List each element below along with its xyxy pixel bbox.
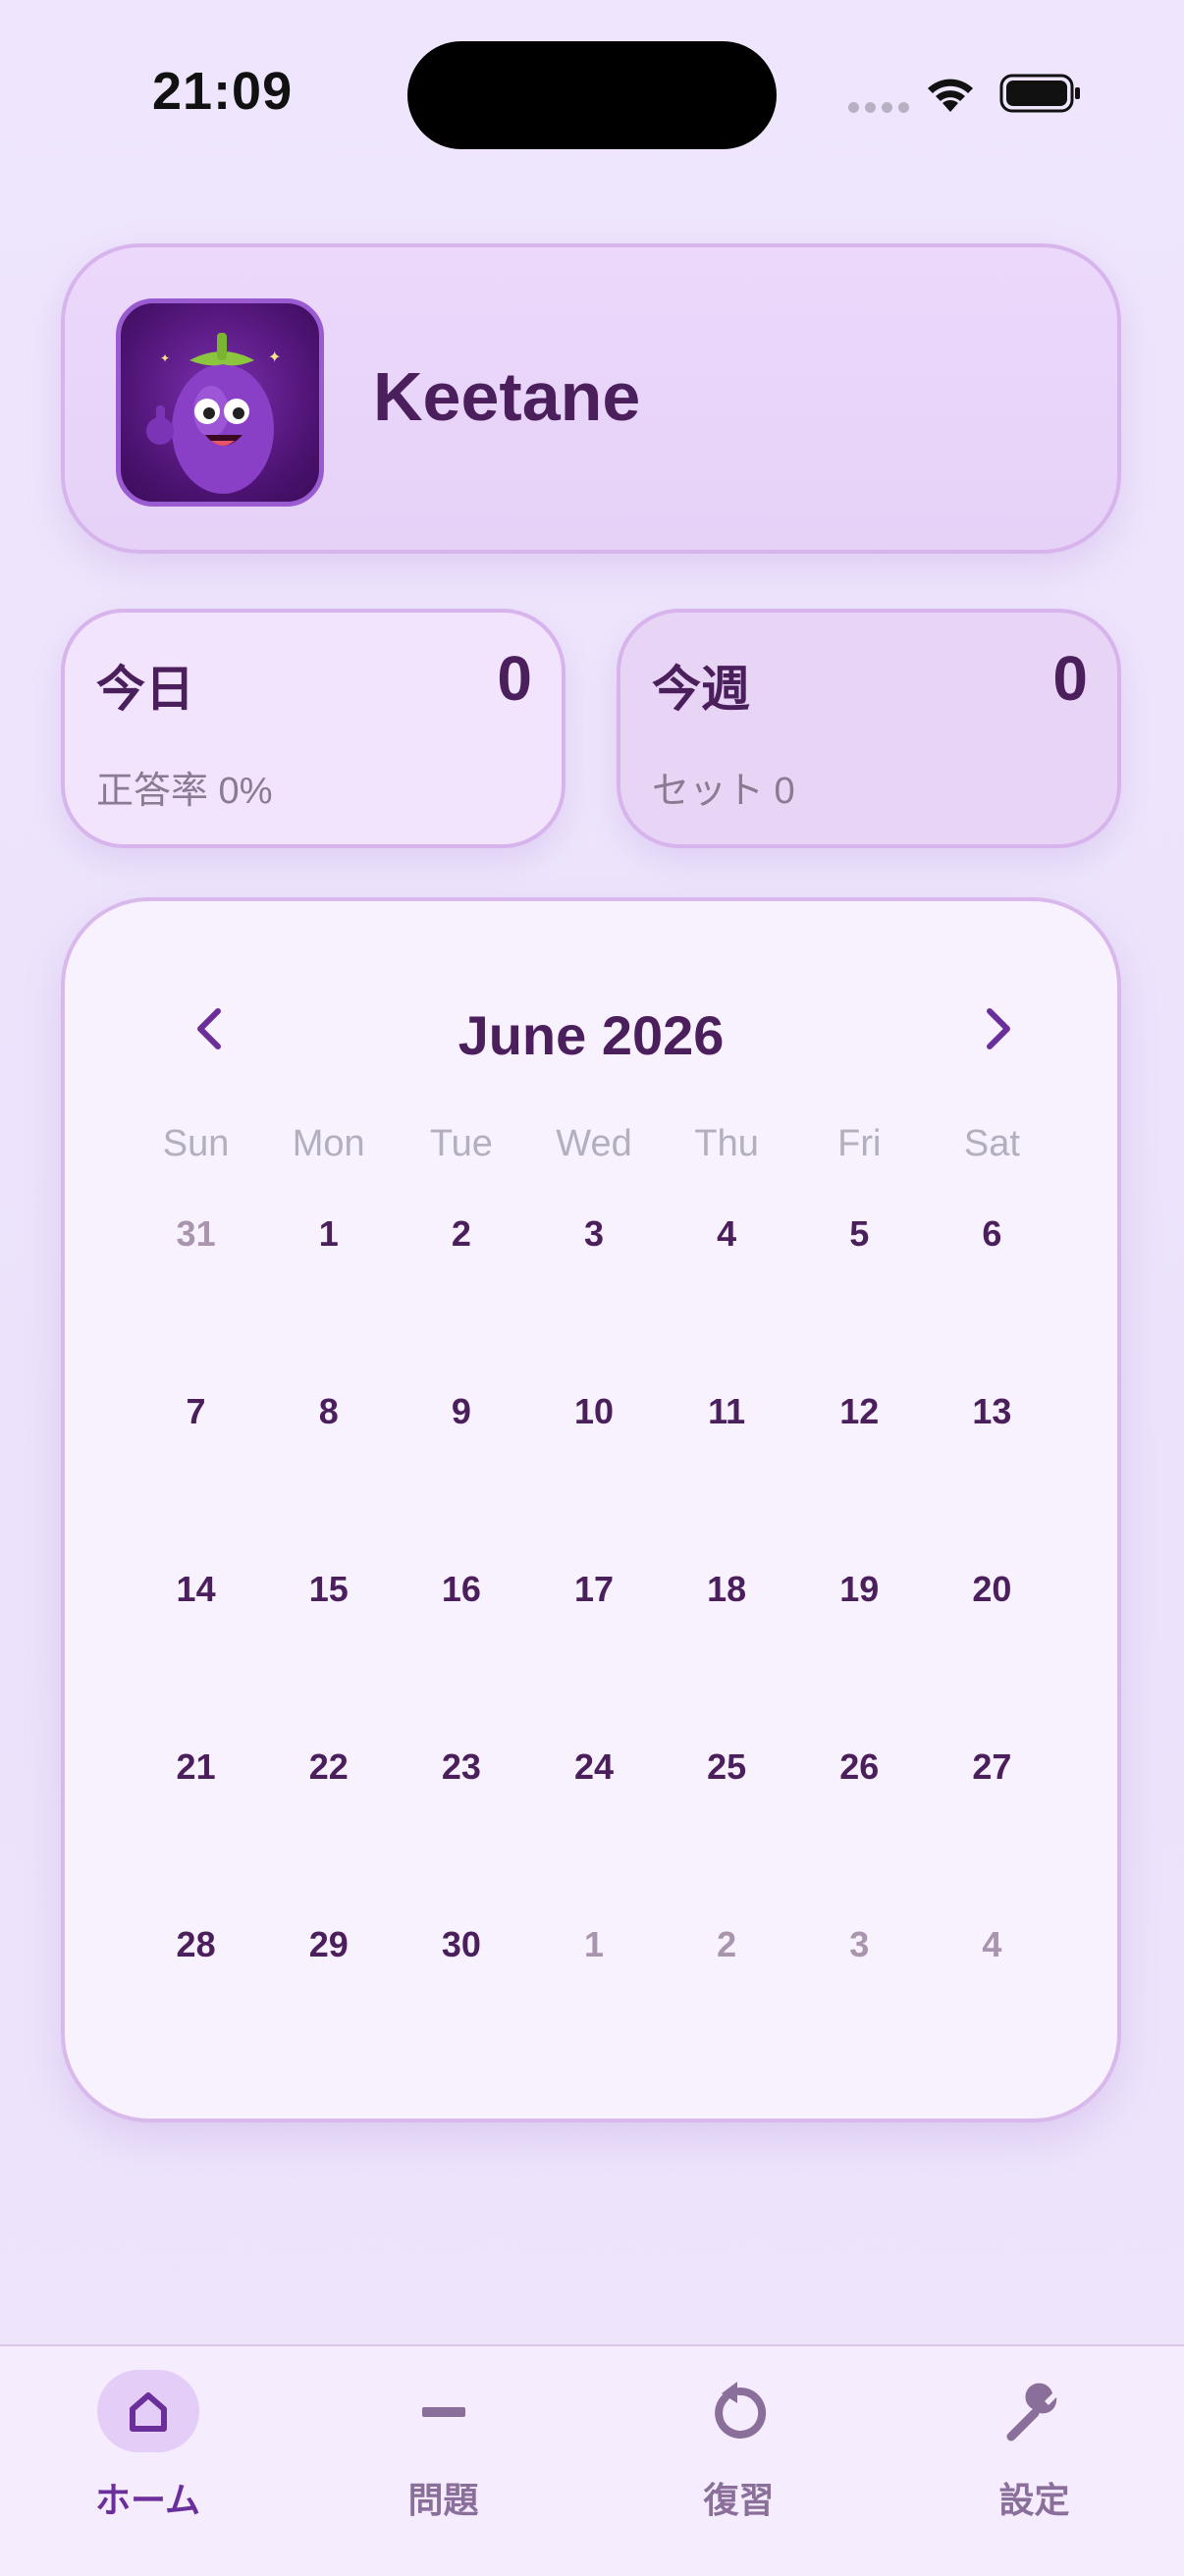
stat-label-today: 今日 (96, 662, 194, 717)
calendar-day[interactable]: 22 (262, 1746, 395, 1924)
weekday-label: Sun (162, 1123, 230, 1164)
stat-sub-today: 正答率 0% (96, 771, 273, 812)
calendar-day[interactable]: 24 (527, 1746, 660, 1924)
eggplant-mascot-icon: ✦ ✦ (146, 333, 281, 494)
tab-label-home: ホーム (95, 2480, 200, 2520)
review-tab-icon-bg (688, 2370, 790, 2452)
calendar-day[interactable]: 11 (661, 1391, 793, 1569)
calendar-day[interactable]: 26 (793, 1746, 926, 1924)
weekday-label: Mon (292, 1123, 365, 1164)
calendar-day[interactable]: 3 (527, 1213, 660, 1391)
calendar-day[interactable]: 7 (130, 1391, 262, 1569)
stat-label-week: 今週 (652, 662, 750, 717)
weekday-label: Thu (694, 1123, 759, 1164)
battery-icon (999, 74, 1080, 113)
calendar-day[interactable]: 6 (926, 1213, 1058, 1391)
calendar-day[interactable]: 16 (395, 1569, 527, 1746)
minus-icon (421, 2407, 465, 2417)
calendar-day[interactable]: 4 (926, 1924, 1058, 2102)
wifi-icon (928, 79, 973, 112)
calendar-day[interactable]: 21 (130, 1746, 262, 1924)
avatar[interactable]: ✦ ✦ (116, 298, 324, 507)
home-tab-icon-bg (96, 2370, 199, 2452)
weekday-label: Tue (429, 1123, 493, 1164)
calendar-day[interactable]: 17 (527, 1569, 660, 1746)
dynamic-island (407, 41, 777, 149)
calendar-day[interactable]: 12 (793, 1391, 926, 1569)
refresh-icon (714, 2382, 766, 2439)
settings-tab-icon-bg (984, 2370, 1086, 2452)
calendar-day-grid: 31 1 2 3 4 5 6 7 8 9 10 11 12 13 14 15 16 17 18 19 20 21 22 23 2… (130, 1213, 1058, 2102)
calendar-card: June 2026 Sun Mon Tue Wed Thu Fri Sat 31… (61, 897, 1121, 2122)
calendar-day[interactable]: 9 (395, 1391, 527, 1569)
svg-text:✦: ✦ (268, 349, 281, 366)
status-time: 21:09 (152, 62, 294, 121)
tab-questions[interactable]: 問題 (296, 2346, 591, 2576)
home-icon (129, 2392, 167, 2432)
calendar-day[interactable]: 25 (661, 1746, 793, 1924)
calendar-day[interactable]: 2 (395, 1213, 527, 1391)
profile-card: ✦ ✦ Keetane (61, 243, 1121, 554)
calendar-day[interactable]: 4 (661, 1213, 793, 1391)
svg-text:✦: ✦ (160, 351, 170, 365)
chevron-right-icon[interactable] (968, 999, 1027, 1058)
stat-card-week[interactable]: 今週 0 セット 0 (617, 609, 1121, 848)
calendar-day[interactable]: 31 (130, 1213, 262, 1391)
calendar-day[interactable]: 27 (926, 1746, 1058, 1924)
stat-sub-week: セット 0 (652, 771, 795, 812)
weekday-label: Sat (963, 1123, 1020, 1164)
calendar-day[interactable]: 30 (395, 1924, 527, 2102)
wrench-icon (1006, 2383, 1056, 2442)
calendar-day[interactable]: 15 (262, 1569, 395, 1746)
calendar-day[interactable]: 28 (130, 1924, 262, 2102)
calendar-day[interactable]: 1 (527, 1924, 660, 2102)
calendar-day[interactable]: 18 (661, 1569, 793, 1746)
tab-label-settings: 設定 (998, 2480, 1070, 2520)
tab-settings[interactable]: 設定 (887, 2346, 1182, 2576)
calendar-day[interactable]: 19 (793, 1569, 926, 1746)
calendar-day[interactable]: 5 (793, 1213, 926, 1391)
calendar-month-title: June 2026 (457, 1004, 725, 1066)
calendar-day[interactable]: 8 (262, 1391, 395, 1569)
calendar-weekday-header: Sun Mon Tue Wed Thu Fri Sat (130, 1123, 1058, 1165)
tab-label-review: 復習 (703, 2480, 775, 2520)
questions-tab-icon-bg (393, 2370, 495, 2452)
calendar-day[interactable]: 2 (661, 1924, 793, 2102)
stat-value-today: 0 (497, 643, 532, 714)
calendar-day[interactable]: 20 (926, 1569, 1058, 1746)
signal-dots-icon (848, 102, 909, 113)
weekday-label: Fri (837, 1123, 882, 1164)
calendar-day[interactable]: 3 (793, 1924, 926, 2102)
calendar-day[interactable]: 29 (262, 1924, 395, 2102)
calendar-day[interactable]: 10 (527, 1391, 660, 1569)
tab-bar: ホーム 問題 復習 設定 (0, 2344, 1184, 2576)
status-bar: 21:09 (0, 0, 1184, 187)
profile-name: Keetane (373, 358, 641, 435)
calendar-day[interactable]: 23 (395, 1746, 527, 1924)
stat-card-today[interactable]: 今日 0 正答率 0% (61, 609, 565, 848)
tab-label-questions: 問題 (407, 2480, 479, 2520)
tab-home[interactable]: ホーム (0, 2346, 296, 2576)
weekday-label: Wed (556, 1123, 632, 1164)
calendar-day[interactable]: 13 (926, 1391, 1058, 1569)
calendar-day[interactable]: 14 (130, 1569, 262, 1746)
stat-value-week: 0 (1052, 643, 1088, 714)
calendar-day[interactable]: 1 (262, 1213, 395, 1391)
tab-review[interactable]: 復習 (591, 2346, 887, 2576)
